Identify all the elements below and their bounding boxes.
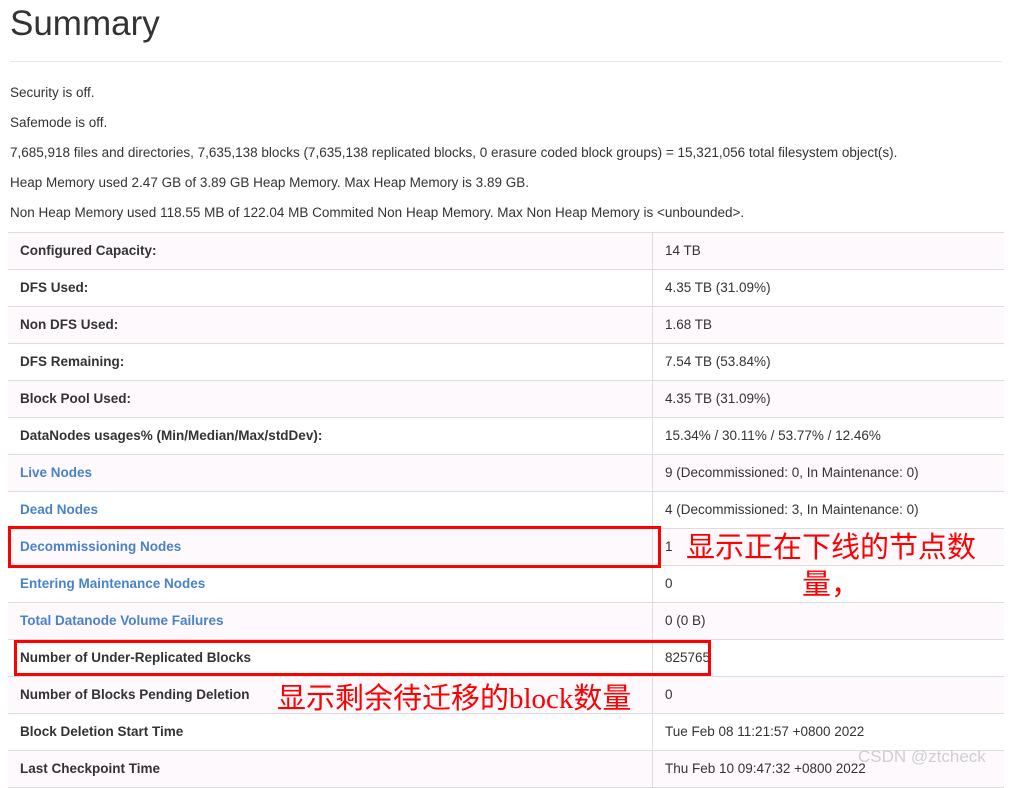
table-row: Block Pool Used: 4.35 TB (31.09%) (8, 380, 1004, 418)
row-key-datanodes-usages: DataNodes usages% (Min/Median/Max/stdDev… (8, 417, 653, 455)
table-row: Live Nodes 9 (Decommissioned: 0, In Main… (8, 454, 1004, 492)
row-value-block-deletion-start-time: Tue Feb 08 11:21:57 +0800 2022 (652, 713, 1004, 751)
intro-line-non-heap-memory: Non Heap Memory used 118.55 MB of 122.04… (10, 205, 745, 220)
intro-block: Security is off. Safemode is off. 7,685,… (10, 78, 1005, 228)
table-row: Last Checkpoint Time Thu Feb 10 09:47:32… (8, 750, 1004, 788)
row-key-dead-nodes[interactable]: Dead Nodes (8, 491, 653, 529)
table-row: DataNodes usages% (Min/Median/Max/stdDev… (8, 417, 1004, 455)
summary-table: Configured Capacity: 14 TB DFS Used: 4.3… (8, 232, 1004, 788)
table-row: Dead Nodes 4 (Decommissioned: 3, In Main… (8, 491, 1004, 529)
intro-line-security: Security is off. (10, 85, 95, 100)
row-value-dfs-remaining: 7.54 TB (53.84%) (652, 343, 1004, 381)
link-decommissioning-nodes[interactable]: Decommissioning Nodes (20, 539, 181, 554)
row-value-under-replicated-blocks: 825765 (652, 639, 1004, 677)
row-key-under-replicated-blocks: Number of Under-Replicated Blocks (8, 639, 653, 677)
row-value-decommissioning-nodes: 1 (652, 528, 1004, 566)
table-row: Block Deletion Start Time Tue Feb 08 11:… (8, 713, 1004, 751)
row-value-entering-maintenance-nodes: 0 (652, 565, 1004, 603)
row-value-dead-nodes: 4 (Decommissioned: 3, In Maintenance: 0) (652, 491, 1004, 529)
title-divider (10, 61, 1002, 62)
row-key-last-checkpoint-time: Last Checkpoint Time (8, 750, 653, 788)
table-row: DFS Used: 4.35 TB (31.09%) (8, 269, 1004, 307)
table-row: Non DFS Used: 1.68 TB (8, 306, 1004, 344)
row-value-block-pool-used: 4.35 TB (31.09%) (652, 380, 1004, 418)
row-key-blocks-pending-deletion: Number of Blocks Pending Deletion (8, 676, 653, 714)
link-live-nodes[interactable]: Live Nodes (20, 465, 92, 480)
row-key-entering-maintenance-nodes[interactable]: Entering Maintenance Nodes (8, 565, 653, 603)
row-key-block-pool-used: Block Pool Used: (8, 380, 653, 418)
table-row: Configured Capacity: 14 TB (8, 232, 1004, 270)
table-row: Entering Maintenance Nodes 0 (8, 565, 1004, 603)
row-value-non-dfs-used: 1.68 TB (652, 306, 1004, 344)
table-row: Number of Under-Replicated Blocks 825765 (8, 639, 1004, 677)
row-key-dfs-remaining: DFS Remaining: (8, 343, 653, 381)
row-key-non-dfs-used: Non DFS Used: (8, 306, 653, 344)
table-row: Total Datanode Volume Failures 0 (0 B) (8, 602, 1004, 640)
link-entering-maintenance-nodes[interactable]: Entering Maintenance Nodes (20, 576, 205, 591)
intro-line-safemode: Safemode is off. (10, 115, 108, 130)
link-dead-nodes[interactable]: Dead Nodes (20, 502, 98, 517)
row-value-blocks-pending-deletion: 0 (652, 676, 1004, 714)
intro-line-heap-memory: Heap Memory used 2.47 GB of 3.89 GB Heap… (10, 175, 529, 190)
table-row: Decommissioning Nodes 1 (8, 528, 1004, 566)
page-title: Summary (10, 4, 160, 43)
row-key-live-nodes[interactable]: Live Nodes (8, 454, 653, 492)
table-row: DFS Remaining: 7.54 TB (53.84%) (8, 343, 1004, 381)
row-value-configured-capacity: 14 TB (652, 232, 1004, 270)
row-value-datanodes-usages: 15.34% / 30.11% / 53.77% / 12.46% (652, 417, 1004, 455)
row-key-block-deletion-start-time: Block Deletion Start Time (8, 713, 653, 751)
row-value-last-checkpoint-time: Thu Feb 10 09:47:32 +0800 2022 (652, 750, 1004, 788)
row-value-live-nodes: 9 (Decommissioned: 0, In Maintenance: 0) (652, 454, 1004, 492)
intro-line-files-blocks: 7,685,918 files and directories, 7,635,1… (10, 145, 898, 160)
row-key-total-datanode-volume-failures[interactable]: Total Datanode Volume Failures (8, 602, 653, 640)
row-key-dfs-used: DFS Used: (8, 269, 653, 307)
row-key-configured-capacity: Configured Capacity: (8, 232, 653, 270)
row-value-dfs-used: 4.35 TB (31.09%) (652, 269, 1004, 307)
row-key-decommissioning-nodes[interactable]: Decommissioning Nodes (8, 528, 653, 566)
link-total-datanode-volume-failures[interactable]: Total Datanode Volume Failures (20, 613, 224, 628)
table-row: Number of Blocks Pending Deletion 0 (8, 676, 1004, 714)
row-value-total-datanode-volume-failures: 0 (0 B) (652, 602, 1004, 640)
summary-page: Summary Security is off. Safemode is off… (0, 0, 1012, 788)
